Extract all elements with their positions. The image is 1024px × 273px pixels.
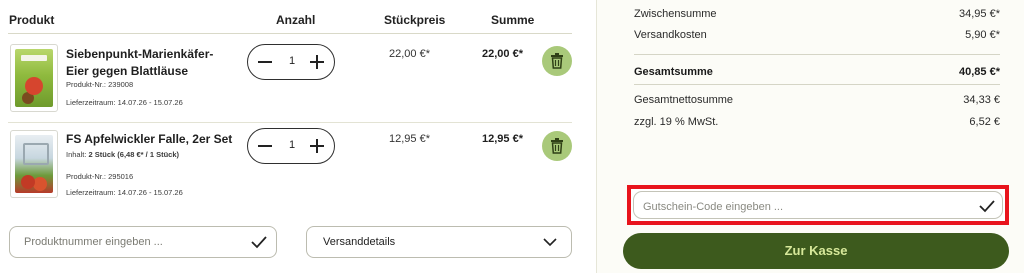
plus-icon[interactable]: [308, 137, 326, 155]
column-header-unit-price: Stückpreis: [384, 13, 446, 27]
header-divider: [8, 33, 572, 34]
content-label: Inhalt:: [66, 150, 87, 159]
product-image[interactable]: [10, 130, 58, 198]
column-header-product: Produkt: [9, 13, 55, 27]
grand-total-value: 40,85 €*: [959, 66, 1000, 78]
vat-label: zzgl. 19 % MwSt.: [634, 116, 719, 128]
trash-icon: [551, 138, 563, 154]
subtotal-label: Zwischensumme: [634, 8, 717, 20]
net-total-value: 34,33 €: [963, 94, 1000, 106]
subtotal-value: 34,95 €*: [959, 8, 1000, 20]
coupon-input[interactable]: Gutschein-Code eingeben ...: [633, 191, 1003, 219]
shipping-value: 5,90 €*: [965, 29, 1000, 41]
coupon-highlight: Gutschein-Code eingeben ...: [627, 185, 1009, 225]
unit-price: 22,00 €*: [389, 48, 430, 60]
quantity-stepper: 1: [247, 44, 335, 80]
shipping-details-dropdown[interactable]: Versanddetails: [306, 226, 572, 258]
column-header-total: Summe: [491, 13, 535, 27]
net-total-label: Gesamtnettosumme: [634, 94, 734, 106]
quantity-stepper: 1: [247, 128, 335, 164]
minus-icon[interactable]: [256, 53, 274, 71]
grand-total-label: Gesamtsumme: [634, 66, 713, 78]
unit-price: 12,95 €*: [389, 133, 430, 145]
product-number-placeholder: Produktnummer eingeben ...: [24, 236, 163, 248]
remove-item-button[interactable]: [542, 46, 572, 76]
shipping-details-label: Versanddetails: [323, 236, 396, 248]
plus-icon[interactable]: [308, 53, 326, 71]
product-image[interactable]: [10, 44, 58, 112]
product-number: Produkt-Nr.: 295016: [66, 172, 134, 181]
chevron-down-icon: [543, 238, 557, 247]
cart-panel: Produkt Anzahl Stückpreis Summe Siebenpu…: [0, 0, 596, 273]
item-total: 12,95 €*: [482, 133, 523, 145]
content-value: 2 Stück (6,48 €* / 1 Stück): [88, 150, 179, 159]
vat-value: 6,52 €: [969, 116, 1000, 128]
trash-icon: [551, 53, 563, 69]
check-icon[interactable]: [250, 235, 268, 249]
quantity-value[interactable]: 1: [282, 55, 302, 67]
delivery-period: Lieferzeitraum: 14.07.26 - 15.07.26: [66, 188, 183, 197]
summary-divider: [634, 84, 1000, 85]
product-number-input[interactable]: Produktnummer eingeben ...: [9, 226, 277, 258]
shipping-label: Versandkosten: [634, 29, 707, 41]
summary-divider: [634, 54, 1000, 55]
item-total: 22,00 €*: [482, 48, 523, 60]
coupon-placeholder: Gutschein-Code eingeben ...: [643, 201, 784, 213]
delivery-period: Lieferzeitraum: 14.07.26 - 15.07.26: [66, 98, 183, 107]
minus-icon[interactable]: [256, 137, 274, 155]
remove-item-button[interactable]: [542, 131, 572, 161]
product-number: Produkt-Nr.: 239008: [66, 80, 134, 89]
check-icon[interactable]: [978, 199, 996, 213]
product-name-link[interactable]: Siebenpunkt-Marienkäfer-Eier gegen Blatt…: [66, 46, 226, 80]
product-name-link[interactable]: FS Apfelwickler Falle, 2er Set: [66, 131, 266, 148]
column-header-quantity: Anzahl: [276, 13, 316, 27]
row-divider: [8, 122, 572, 123]
checkout-button[interactable]: Zur Kasse: [623, 233, 1009, 269]
quantity-value[interactable]: 1: [282, 139, 302, 151]
checkout-label: Zur Kasse: [784, 243, 848, 258]
product-content: Inhalt: 2 Stück (6,48 €* / 1 Stück): [66, 150, 179, 159]
